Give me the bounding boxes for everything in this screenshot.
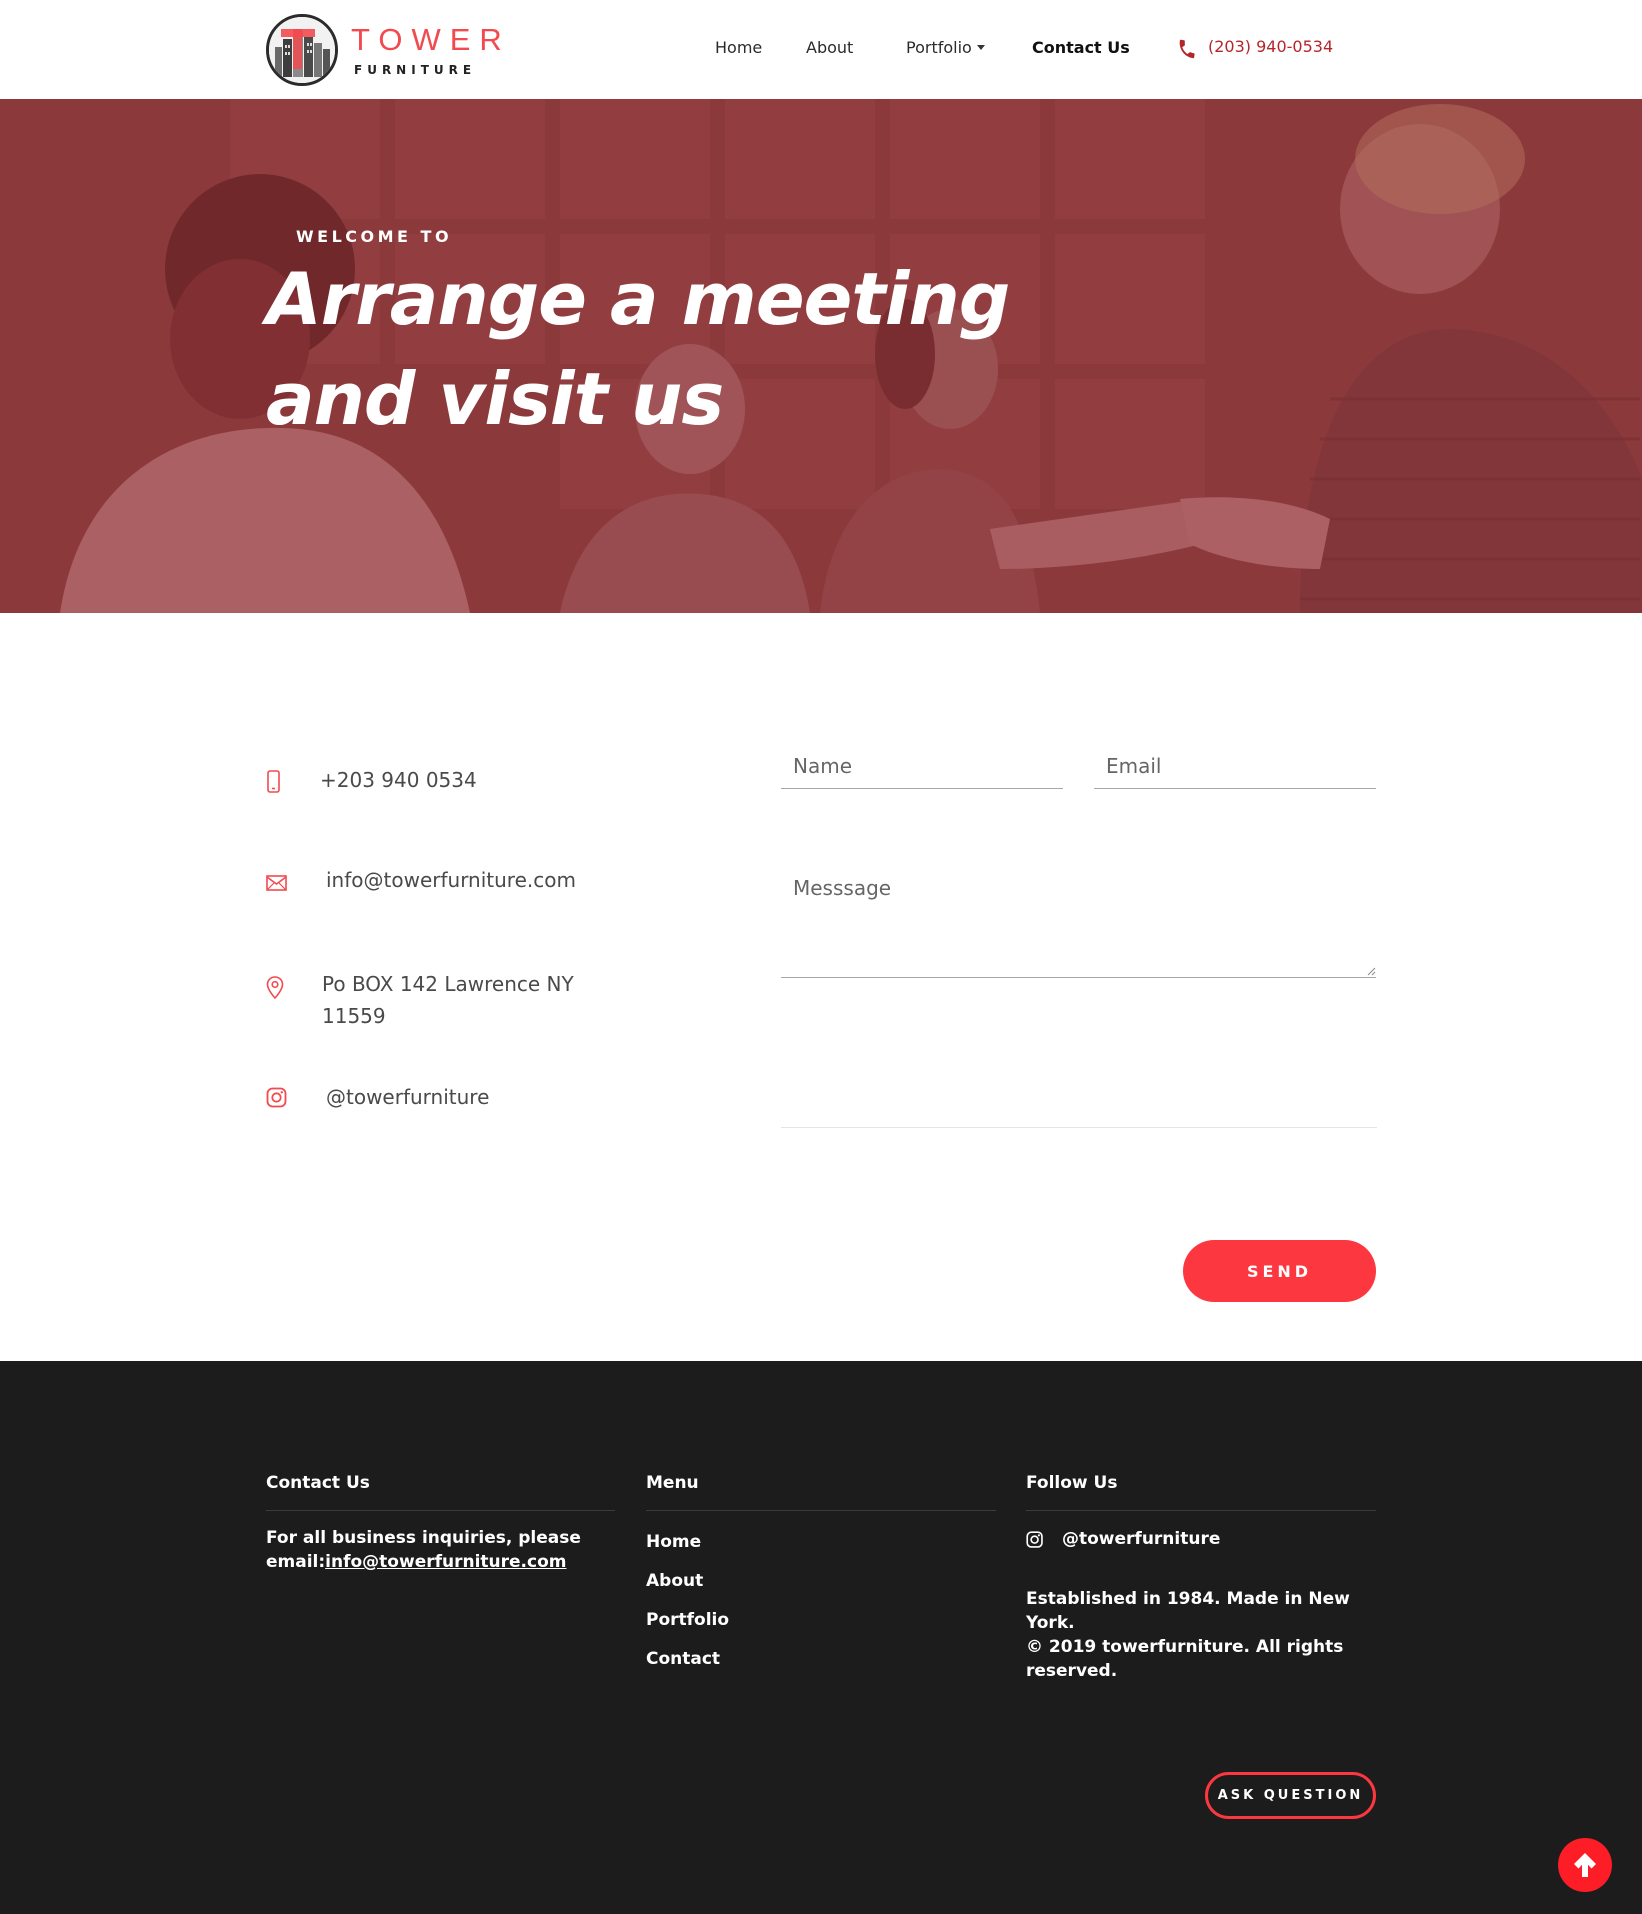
footer-follow-heading: Follow Us: [1026, 1473, 1118, 1493]
nav-home[interactable]: Home: [715, 38, 762, 57]
ask-question-button[interactable]: ASK QUESTION: [1205, 1772, 1376, 1819]
footer-divider: [646, 1510, 996, 1511]
header-phone-number: (203) 940-0534: [1208, 37, 1334, 56]
footer-menu-portfolio[interactable]: Portfolio: [646, 1610, 729, 1630]
footer-menu-heading: Menu: [646, 1473, 699, 1493]
hero-banner: WELCOME TO Arrange a meeting and visit u…: [0, 99, 1642, 613]
nav-about[interactable]: About: [806, 38, 853, 57]
hero-eyebrow: WELCOME TO: [296, 227, 453, 246]
instagram-icon: [1026, 1531, 1043, 1548]
name-input[interactable]: [781, 744, 1063, 789]
form-divider: [781, 1127, 1377, 1128]
nav-portfolio-label: Portfolio: [906, 38, 972, 57]
brand-logo[interactable]: TOWER FURNITURE: [266, 14, 516, 86]
footer-menu-home[interactable]: Home: [646, 1532, 701, 1552]
message-textarea[interactable]: [781, 874, 1376, 978]
footer-contact-heading: Contact Us: [266, 1473, 370, 1493]
mail-icon: [266, 875, 287, 891]
logo-skyline-icon: [266, 14, 338, 86]
header-phone-link[interactable]: (203) 940-0534: [1176, 37, 1334, 59]
resize-handle-icon[interactable]: [1366, 966, 1376, 976]
footer-instagram-handle[interactable]: @towerfurniture: [1062, 1527, 1220, 1551]
footer-contact-email-link[interactable]: info@towerfurniture.com: [325, 1552, 566, 1572]
footer-contact-text: For all business inquiries, please email…: [266, 1526, 615, 1574]
phone-icon: [1179, 39, 1195, 59]
hero-title-line-1: Arrange a meeting: [266, 257, 1010, 341]
nav-contact[interactable]: Contact Us: [1032, 38, 1130, 57]
site-header: TOWER FURNITURE Home About Portfolio Con…: [0, 0, 1642, 99]
instagram-icon: [266, 1087, 287, 1108]
send-button[interactable]: SEND: [1183, 1240, 1376, 1302]
contact-email[interactable]: info@towerfurniture.com: [326, 864, 576, 896]
back-to-top-button[interactable]: [1558, 1838, 1612, 1892]
email-input[interactable]: [1094, 744, 1376, 789]
contact-address-line-2: 11559: [322, 1004, 386, 1028]
chevron-down-icon: [976, 45, 985, 50]
site-footer: Contact Us For all business inquiries, p…: [0, 1361, 1642, 1914]
hero-title: Arrange a meeting and visit us: [266, 249, 1066, 449]
contact-phone: +203 940 0534: [320, 768, 477, 792]
footer-about-line-2: © 2019 towerfurniture. All rights: [1026, 1637, 1344, 1657]
logo-wordmark: TOWER FURNITURE: [351, 24, 511, 77]
footer-menu-contact[interactable]: Contact: [646, 1649, 720, 1669]
footer-contact-email-prefix: email:: [266, 1552, 326, 1572]
footer-contact-line-1: For all business inquiries, please: [266, 1528, 581, 1548]
contact-address-line-1: Po BOX 142 Lawrence NY: [322, 972, 574, 996]
location-pin-icon: [266, 976, 284, 1000]
footer-divider: [1026, 1510, 1376, 1511]
hero-title-line-2: and visit us: [266, 357, 724, 441]
footer-about-text: Established in 1984. Made in New York. ©…: [1026, 1587, 1386, 1683]
contact-instagram-handle[interactable]: @towerfurniture: [326, 1081, 489, 1113]
brand-tagline: FURNITURE: [354, 63, 477, 77]
nav-portfolio[interactable]: Portfolio: [906, 38, 985, 57]
footer-menu-about[interactable]: About: [646, 1571, 703, 1591]
arrow-up-icon: [1574, 1853, 1596, 1877]
footer-about-line-1: Established in 1984. Made in New York.: [1026, 1589, 1350, 1633]
mobile-icon: [267, 770, 280, 793]
footer-divider: [266, 1510, 615, 1511]
brand-name: TOWER: [351, 22, 511, 57]
footer-about-line-3: reserved.: [1026, 1661, 1118, 1681]
